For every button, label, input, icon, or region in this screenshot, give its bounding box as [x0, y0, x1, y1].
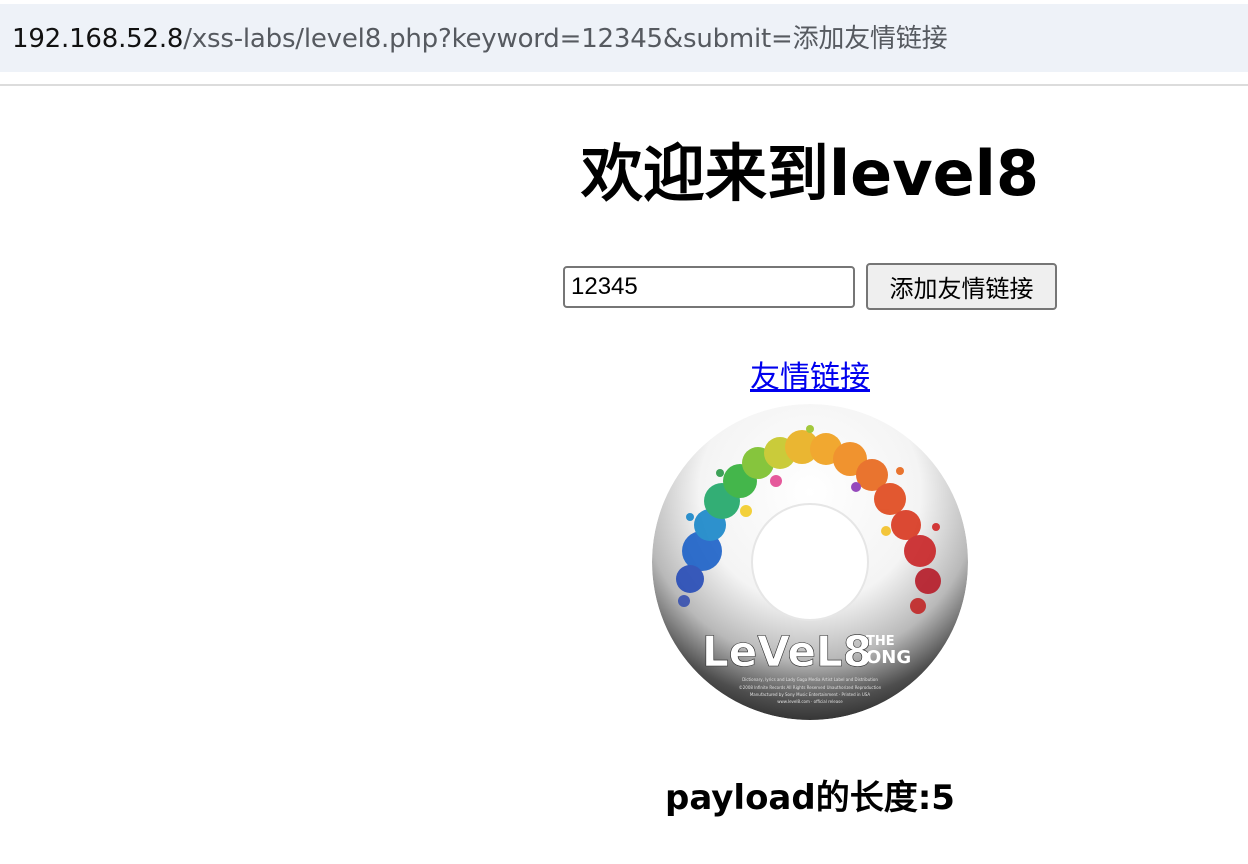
level8-disc-image: LeVeL8 THE ONG Dictionary, lyrics and La…	[652, 404, 968, 720]
url-host: 192.168.52.8	[12, 24, 184, 54]
friend-link[interactable]: 友情链接	[610, 358, 1010, 398]
page-title: 欢迎来到level8	[580, 137, 1040, 210]
disc-logo-subtext-bottom: ONG	[866, 647, 911, 668]
disc-logo-text: LeVeL8	[702, 627, 872, 676]
add-friend-link-button[interactable]: 添加友情链接	[866, 263, 1057, 310]
disc-fine-print-2: ©2008 Infinite Records All Rights Reserv…	[739, 685, 882, 690]
url-text[interactable]: 192.168.52.8/xss-labs/level8.php?keyword…	[12, 23, 948, 55]
toolbar-divider	[0, 84, 1248, 86]
disc-fine-print-4: www.level8.com · official release	[777, 699, 843, 704]
url-path: /xss-labs/level8.php?keyword=12345&submi…	[183, 24, 948, 54]
disc-fine-print-1: Dictionary, lyrics and Lady Gaga Media A…	[742, 677, 878, 682]
disc-fine-print-3: Manufactured by Sony Music Entertainment…	[750, 692, 871, 697]
address-bar[interactable]: 192.168.52.8/xss-labs/level8.php?keyword…	[0, 4, 1248, 72]
keyword-input[interactable]	[563, 266, 855, 308]
payload-length-text: payload的长度:5	[665, 778, 955, 818]
